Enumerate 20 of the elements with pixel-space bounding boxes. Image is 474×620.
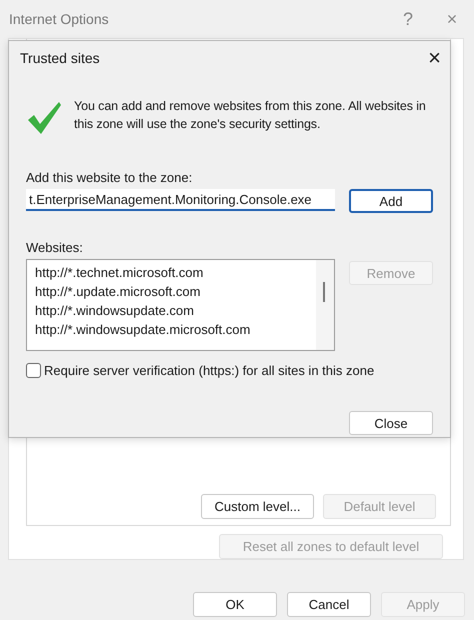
- info-message: You can add and remove websites from this zone. All websites in this zone will use the zone's security settings.: [74, 98, 427, 133]
- website-item[interactable]: http://*.update.microsoft.com: [35, 282, 316, 301]
- add-website-label: Add this website to the zone:: [26, 170, 194, 185]
- website-field[interactable]: t.EnterpriseManagement.Monitoring.Console.exe: [26, 189, 335, 211]
- website-item[interactable]: http://*.windowsupdate.com: [35, 301, 316, 320]
- close-button[interactable]: ×: [428, 45, 441, 71]
- close-dialog-button[interactable]: Close: [349, 411, 433, 435]
- custom-level-button[interactable]: Custom level...: [201, 494, 314, 519]
- dialog-button[interactable]: OK: [193, 592, 277, 617]
- checkbox[interactable]: [26, 363, 41, 378]
- website-item[interactable]: http://*.windowsupdate.microsoft.com: [35, 320, 316, 339]
- dialog-title: Trusted sites: [20, 50, 100, 66]
- website-item[interactable]: http://*.technet.microsoft.com: [35, 263, 316, 282]
- dialog-button[interactable]: Cancel: [287, 592, 371, 617]
- websites-label: Websites:: [26, 240, 84, 255]
- checkmark-icon: [26, 100, 62, 136]
- require-https-label: Require server verification (https:) for all sites in this zone: [44, 363, 374, 378]
- add-button[interactable]: Add: [349, 189, 433, 213]
- scrollbar-thumb[interactable]: [323, 282, 325, 302]
- window-title: Internet Options: [9, 11, 110, 27]
